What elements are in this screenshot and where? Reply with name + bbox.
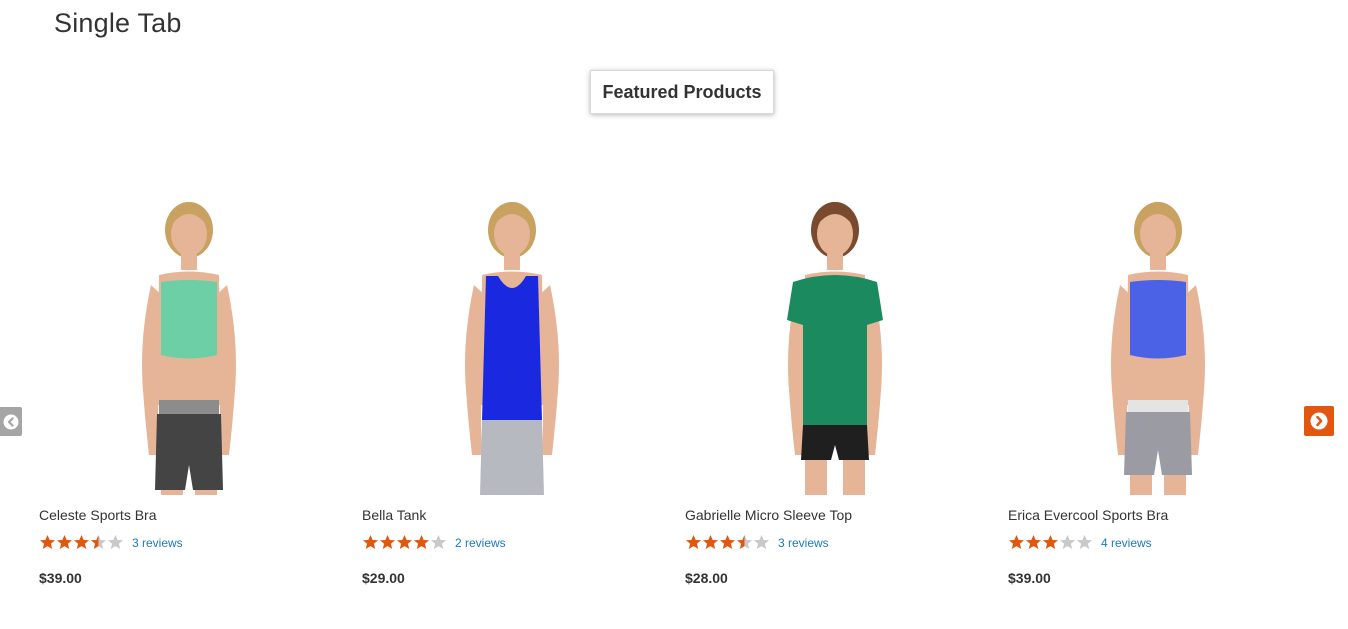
product-rating: 3 reviews: [685, 534, 829, 551]
star-filled-icon: [362, 535, 379, 550]
reviews-link[interactable]: 4 reviews: [1101, 536, 1152, 550]
page: Single Tab Featured Products Celeste Spo…: [0, 0, 1348, 629]
tab-label: Featured Products: [602, 81, 762, 102]
product-image[interactable]: [685, 190, 985, 495]
star-filled-icon: [413, 535, 430, 550]
product-card[interactable]: Bella Tank 2 reviews $29.00: [362, 190, 662, 600]
model-photo-icon: [787, 202, 883, 495]
star-empty-icon: [753, 535, 770, 550]
star-filled-icon: [1025, 535, 1042, 550]
tab-featured-products[interactable]: Featured Products: [590, 70, 774, 114]
star-filled-icon: [685, 535, 702, 550]
star-empty-icon: [1076, 535, 1093, 550]
star-half-icon: [90, 535, 107, 550]
reviews-link[interactable]: 3 reviews: [778, 536, 829, 550]
star-filled-icon: [39, 535, 56, 550]
product-name-link[interactable]: Celeste Sports Bra: [39, 507, 157, 523]
product-card[interactable]: Gabrielle Micro Sleeve Top 3 reviews $28…: [685, 190, 985, 600]
reviews-link[interactable]: 3 reviews: [132, 536, 183, 550]
star-half-icon: [736, 535, 753, 550]
product-card[interactable]: Celeste Sports Bra 3 reviews $39.00: [39, 190, 339, 600]
star-filled-icon: [1008, 535, 1025, 550]
rating-stars: [1008, 534, 1093, 551]
star-filled-icon: [719, 535, 736, 550]
carousel-prev-button[interactable]: [0, 407, 22, 436]
star-filled-icon: [56, 535, 73, 550]
page-title: Single Tab: [54, 8, 182, 38]
product-price: $29.00: [362, 570, 405, 586]
reviews-link[interactable]: 2 reviews: [455, 536, 506, 550]
product-name-link[interactable]: Bella Tank: [362, 507, 426, 523]
model-photo-icon: [1111, 202, 1205, 495]
star-empty-icon: [107, 535, 124, 550]
star-empty-icon: [1059, 535, 1076, 550]
star-filled-icon: [73, 535, 90, 550]
chevron-right-icon: [1310, 412, 1328, 430]
chevron-left-icon: [3, 414, 19, 430]
product-card[interactable]: Erica Evercool Sports Bra 4 reviews $39.…: [1008, 190, 1308, 600]
product-rating: 4 reviews: [1008, 534, 1152, 551]
star-empty-icon: [430, 535, 447, 550]
star-filled-icon: [379, 535, 396, 550]
product-name-link[interactable]: Gabrielle Micro Sleeve Top: [685, 507, 852, 523]
product-price: $28.00: [685, 570, 728, 586]
product-rating: 3 reviews: [39, 534, 183, 551]
star-filled-icon: [396, 535, 413, 550]
star-filled-icon: [1042, 535, 1059, 550]
product-rating: 2 reviews: [362, 534, 506, 551]
model-photo-icon: [465, 202, 559, 495]
product-name-link[interactable]: Erica Evercool Sports Bra: [1008, 507, 1168, 523]
product-image[interactable]: [362, 190, 662, 495]
product-image[interactable]: [39, 190, 339, 495]
rating-stars: [362, 534, 447, 551]
carousel-next-button[interactable]: [1304, 406, 1334, 436]
product-image[interactable]: [1008, 190, 1308, 495]
model-photo-icon: [142, 202, 236, 495]
star-filled-icon: [702, 535, 719, 550]
product-price: $39.00: [39, 570, 82, 586]
rating-stars: [685, 534, 770, 551]
product-price: $39.00: [1008, 570, 1051, 586]
rating-stars: [39, 534, 124, 551]
